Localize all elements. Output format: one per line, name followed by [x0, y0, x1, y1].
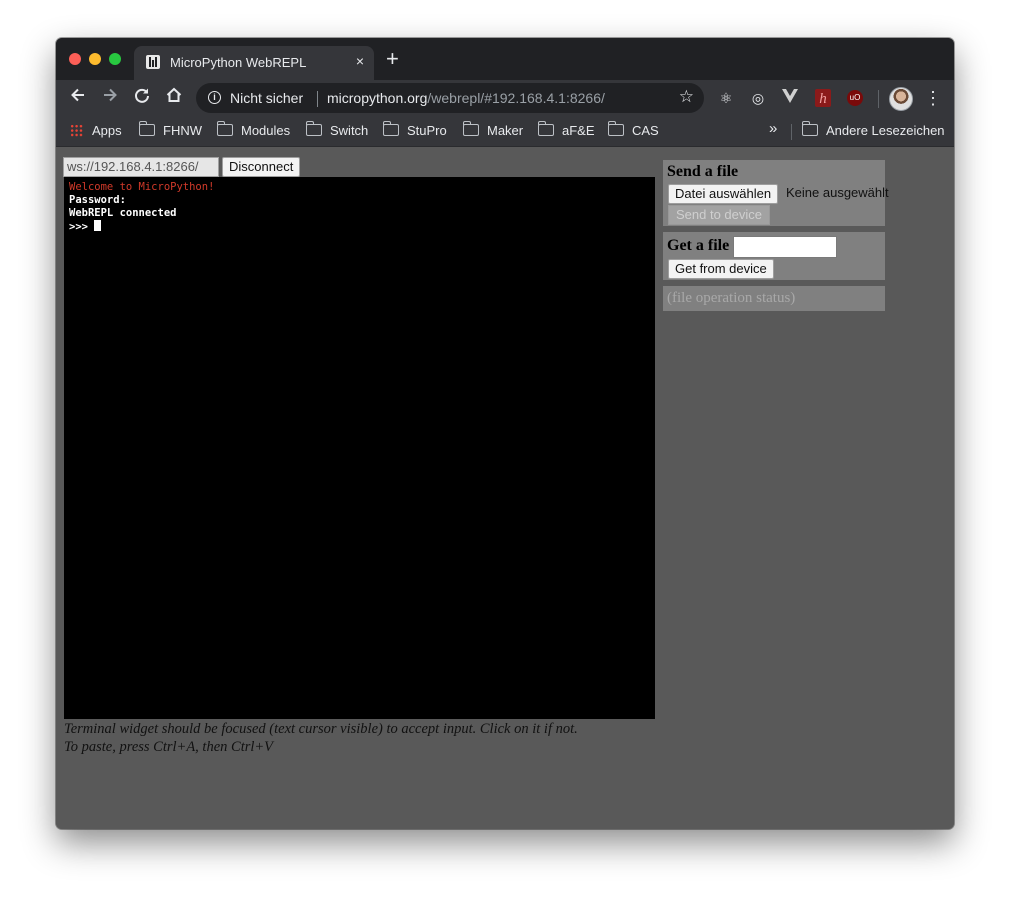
- bookmark-apps[interactable]: Apps: [70, 123, 122, 138]
- bookmarks-overflow-icon[interactable]: »: [769, 120, 777, 137]
- folder-icon: [305, 121, 322, 136]
- address-bar[interactable]: i Nicht sicher micropython.org/webrepl/#…: [196, 83, 704, 113]
- forward-icon[interactable]: [98, 86, 122, 110]
- tab-title: MicroPython WebREPL: [170, 55, 307, 70]
- apps-grid-icon: [70, 124, 83, 137]
- terminal-prompt-line: >>>: [69, 220, 650, 234]
- browser-toolbar: i Nicht sicher micropython.org/webrepl/#…: [56, 80, 954, 116]
- vue-icon[interactable]: [780, 88, 800, 108]
- folder-icon: [607, 121, 624, 136]
- toolbar-divider: [878, 90, 879, 108]
- websocket-url-input[interactable]: ws://192.168.4.1:8266/: [63, 157, 219, 177]
- choose-file-button[interactable]: Datei auswählen: [668, 184, 779, 204]
- security-label[interactable]: Nicht sicher: [230, 90, 303, 106]
- h-extension-icon[interactable]: h: [815, 89, 831, 107]
- folder-icon: [801, 121, 818, 136]
- folder-icon: [216, 121, 233, 136]
- disconnect-button[interactable]: Disconnect: [222, 157, 301, 177]
- reload-icon[interactable]: [130, 86, 154, 110]
- terminal[interactable]: Welcome to MicroPython! Password: WebREP…: [64, 177, 655, 719]
- window-minimize-button[interactable]: [89, 53, 101, 65]
- folder-icon: [537, 121, 554, 136]
- bookmarks-separator: [791, 124, 792, 140]
- get-file-panel: Get a file Get from device: [663, 232, 885, 280]
- url-text[interactable]: micropython.org/webrepl/#192.168.4.1:826…: [327, 90, 605, 106]
- window-maximize-button[interactable]: [109, 53, 121, 65]
- bookmark-fhnw[interactable]: FHNW: [138, 121, 202, 138]
- info-icon[interactable]: i: [208, 91, 221, 104]
- url-path: /webrepl/#192.168.4.1:8266/: [427, 90, 605, 106]
- ublock-icon[interactable]: uO: [847, 90, 863, 106]
- bookmark-stupro[interactable]: StuPro: [382, 121, 447, 138]
- target-icon[interactable]: ◎: [748, 88, 768, 108]
- webrepl-page: ws://192.168.4.1:8266/ Disconnect Welcom…: [56, 147, 954, 829]
- bookmark-maker[interactable]: Maker: [462, 121, 523, 138]
- profile-avatar[interactable]: [889, 87, 913, 111]
- folder-icon: [382, 121, 399, 136]
- get-file-title: Get a file: [667, 237, 730, 254]
- file-operation-status: (file operation status): [667, 290, 796, 306]
- react-icon[interactable]: ⚛: [716, 88, 736, 108]
- file-status-panel: (file operation status): [663, 286, 885, 311]
- tab-close-icon[interactable]: ×: [356, 53, 364, 69]
- terminal-prompt: >>>: [69, 221, 95, 233]
- star-icon[interactable]: ☆: [679, 87, 694, 107]
- terminal-password-line: Password:: [69, 194, 126, 206]
- folder-icon: [462, 121, 479, 136]
- bookmarks-bar: Apps FHNW Modules Switch StuPro Maker aF…: [56, 116, 954, 147]
- hint-line-focus: Terminal widget should be focused (text …: [64, 721, 578, 737]
- micropython-favicon-icon: [146, 55, 160, 69]
- bookmark-other[interactable]: Andere Lesezeichen: [801, 121, 945, 138]
- hint-line-paste: To paste, press Ctrl+A, then Ctrl+V: [64, 739, 274, 755]
- bookmark-afe[interactable]: aF&E: [537, 121, 595, 138]
- bookmark-cas[interactable]: CAS: [607, 121, 659, 138]
- window-close-button[interactable]: [69, 53, 81, 65]
- send-to-device-button[interactable]: Send to device: [668, 205, 771, 225]
- address-separator: [317, 91, 318, 107]
- more-menu-icon[interactable]: ⋮: [924, 86, 942, 110]
- get-file-input[interactable]: [733, 236, 837, 258]
- terminal-cursor: [94, 220, 102, 231]
- tab-strip: MicroPython WebREPL × +: [56, 38, 954, 80]
- back-icon[interactable]: [66, 86, 90, 110]
- send-file-title: Send a file: [667, 163, 739, 180]
- url-host: micropython.org: [327, 90, 428, 106]
- browser-tab[interactable]: MicroPython WebREPL ×: [134, 46, 374, 80]
- get-from-device-button[interactable]: Get from device: [668, 259, 774, 279]
- bookmark-modules[interactable]: Modules: [216, 121, 290, 138]
- terminal-welcome-line: Welcome to MicroPython!: [69, 181, 215, 193]
- folder-icon: [138, 121, 155, 136]
- new-tab-button[interactable]: +: [386, 48, 399, 70]
- bookmark-switch[interactable]: Switch: [305, 121, 368, 138]
- terminal-hint: Terminal widget should be focused (text …: [64, 720, 578, 756]
- home-icon[interactable]: [162, 86, 186, 110]
- terminal-connected-line: WebREPL connected: [69, 207, 177, 219]
- send-file-panel: Send a file Datei auswählen Keine ausgew…: [663, 160, 889, 226]
- browser-window: MicroPython WebREPL × + i Nicht sicher m…: [56, 38, 954, 829]
- no-file-label: Keine ausgewählt: [786, 185, 889, 200]
